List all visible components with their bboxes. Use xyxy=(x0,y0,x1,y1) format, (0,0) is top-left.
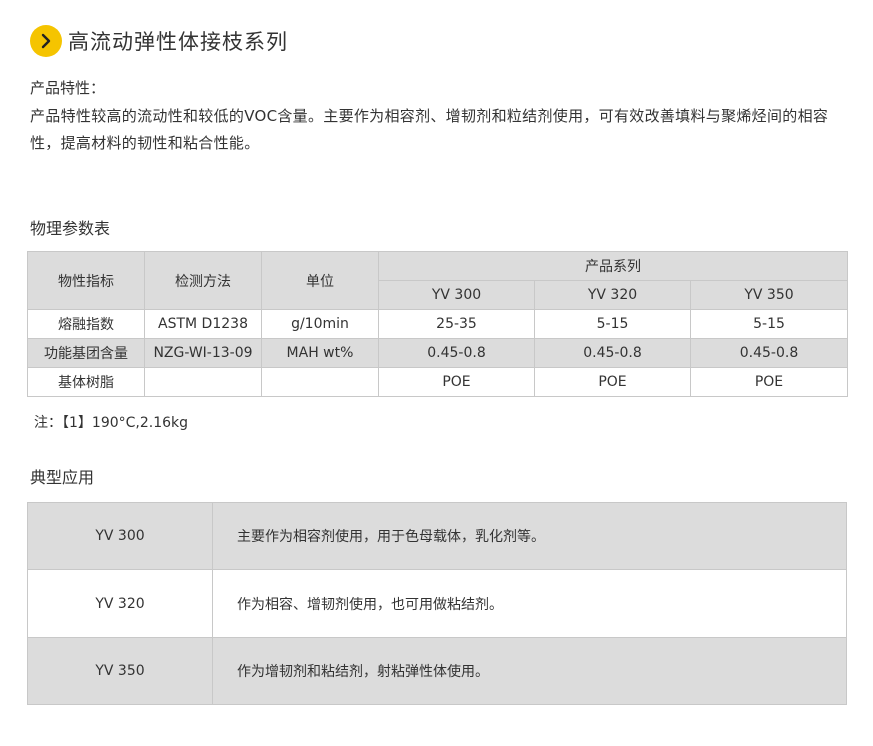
table-row: YV 320 作为相容、增韧剂使用，也可用做粘结剂。 xyxy=(27,569,847,638)
cell-value: 5-15 xyxy=(534,309,691,339)
cell-value: POE xyxy=(378,367,535,397)
cell-unit: MAH wt% xyxy=(261,338,379,368)
cell-value: 25-35 xyxy=(378,309,535,339)
applications-heading: 典型应用 xyxy=(30,468,95,487)
cell-method: NZG-WI-13-09 xyxy=(144,338,262,368)
features-text: 产品特性较高的流动性和较低的VOC含量。主要作为相容剂、增韧剂和粒结剂使用，可有… xyxy=(30,107,829,152)
app-description: 主要作为相容剂使用，用于色母载体，乳化剂等。 xyxy=(212,502,847,570)
header-property: 物性指标 xyxy=(27,251,145,310)
cell-value: 0.45-0.8 xyxy=(690,338,848,368)
table-row: YV 300 主要作为相容剂使用，用于色母载体，乳化剂等。 xyxy=(27,502,847,570)
features-label: 产品特性： xyxy=(30,79,106,97)
table-row: 功能基团含量 NZG-WI-13-09 MAH wt% 0.45-0.8 0.4… xyxy=(27,338,848,368)
title-badge xyxy=(30,25,62,57)
table-row: 基体树脂 POE POE POE xyxy=(27,367,848,397)
header-model: YV 320 xyxy=(534,280,691,310)
cell-unit: g/10min xyxy=(261,309,379,339)
cell-property: 熔融指数 xyxy=(27,309,145,339)
cell-value: POE xyxy=(690,367,848,397)
header-model: YV 350 xyxy=(690,280,848,310)
header-model: YV 300 xyxy=(378,280,535,310)
page-header: 高流动弹性体接枝系列 xyxy=(30,25,288,57)
cell-value: 5-15 xyxy=(690,309,848,339)
chevron-right-icon xyxy=(41,33,51,49)
cell-value: 0.45-0.8 xyxy=(378,338,535,368)
app-description: 作为相容、增韧剂使用，也可用做粘结剂。 xyxy=(212,569,847,638)
cell-method xyxy=(144,367,262,397)
app-model: YV 350 xyxy=(27,637,213,705)
app-description: 作为增韧剂和粘结剂，射粘弹性体使用。 xyxy=(212,637,847,705)
table-row: 熔融指数 ASTM D1238 g/10min 25-35 5-15 5-15 xyxy=(27,309,848,339)
params-table: 物性指标 检测方法 单位 产品系列 YV 300 YV 320 YV 350 熔… xyxy=(27,251,848,397)
header-method: 检测方法 xyxy=(144,251,262,310)
cell-unit xyxy=(261,367,379,397)
app-model: YV 320 xyxy=(27,569,213,638)
header-series: 产品系列 xyxy=(378,251,848,281)
cell-value: POE xyxy=(534,367,691,397)
header-unit: 单位 xyxy=(261,251,379,310)
cell-value: 0.45-0.8 xyxy=(534,338,691,368)
page: 高流动弹性体接枝系列 产品特性： 产品特性较高的流动性和较低的VOC含量。主要作… xyxy=(0,0,873,746)
params-heading: 物理参数表 xyxy=(30,219,111,238)
cell-property: 基体树脂 xyxy=(27,367,145,397)
app-model: YV 300 xyxy=(27,502,213,570)
cell-method: ASTM D1238 xyxy=(144,309,262,339)
cell-property: 功能基团含量 xyxy=(27,338,145,368)
table-note: 注：【1】190°C,2.16kg xyxy=(34,415,189,431)
applications-table: YV 300 主要作为相容剂使用，用于色母载体，乳化剂等。 YV 320 作为相… xyxy=(27,502,847,705)
table-row: YV 350 作为增韧剂和粘结剂，射粘弹性体使用。 xyxy=(27,637,847,705)
page-title: 高流动弹性体接枝系列 xyxy=(68,30,288,54)
